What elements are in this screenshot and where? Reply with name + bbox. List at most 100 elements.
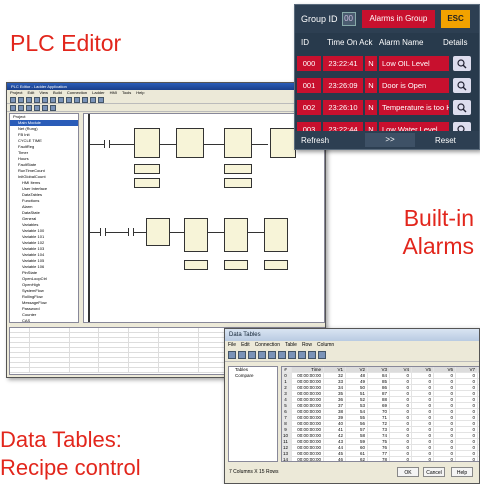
menu-item[interactable]: Help: [136, 90, 144, 95]
table-cell[interactable]: 62: [346, 457, 368, 461]
table-row[interactable]: 14 00:00:00:00 46 62 78 0 0 0 0: [282, 457, 479, 461]
table-cell[interactable]: 00:00:00:00: [292, 379, 324, 384]
table-cell[interactable]: 0: [390, 373, 412, 378]
menu-item[interactable]: Project: [10, 90, 22, 95]
function-block[interactable]: [176, 128, 204, 158]
table-cell[interactable]: 48: [346, 373, 368, 378]
table-cell[interactable]: 0: [434, 451, 456, 456]
cut-icon[interactable]: [248, 351, 256, 359]
table-cell[interactable]: 0: [390, 457, 412, 461]
column-header[interactable]: V1: [324, 367, 346, 372]
menu-item[interactable]: Row: [302, 342, 312, 348]
build-icon[interactable]: [74, 97, 80, 103]
table-cell[interactable]: 0: [412, 421, 434, 426]
table-cell[interactable]: 0: [434, 385, 456, 390]
table-cell[interactable]: 0: [456, 415, 478, 420]
zoom-icon[interactable]: [98, 97, 104, 103]
table-cell[interactable]: 0: [434, 373, 456, 378]
details-magnifier-icon[interactable]: [453, 78, 471, 93]
menu-item[interactable]: Table: [285, 342, 297, 348]
table-cell[interactable]: 0: [456, 379, 478, 384]
table-cell[interactable]: 00:00:00:00: [292, 433, 324, 438]
column-header[interactable]: V4: [390, 367, 412, 372]
table-cell[interactable]: 42: [324, 433, 346, 438]
table-cell[interactable]: 0: [456, 409, 478, 414]
table-cell[interactable]: 39: [324, 415, 346, 420]
menu-item[interactable]: Edit: [241, 342, 250, 348]
table-cell[interactable]: 0: [456, 427, 478, 432]
table-cell[interactable]: 71: [368, 415, 390, 420]
table-cell[interactable]: 74: [368, 433, 390, 438]
function-block[interactable]: [264, 218, 288, 252]
function-block[interactable]: [224, 128, 252, 158]
column-header[interactable]: V7: [456, 367, 478, 372]
table-cell[interactable]: 0: [390, 445, 412, 450]
table-cell[interactable]: 53: [346, 403, 368, 408]
table-cell[interactable]: 0: [456, 421, 478, 426]
table-cell[interactable]: 0: [434, 433, 456, 438]
function-block[interactable]: [134, 128, 160, 158]
table-cell[interactable]: 0: [390, 439, 412, 444]
redo-icon[interactable]: [66, 97, 72, 103]
menu-item[interactable]: Ladder: [92, 90, 104, 95]
alarm-row[interactable]: 000 23:22:41 N Low OIL Level: [295, 54, 479, 73]
table-cell[interactable]: 0: [390, 433, 412, 438]
table-cell[interactable]: 58: [346, 433, 368, 438]
table-cell[interactable]: 0: [456, 385, 478, 390]
refresh-button[interactable]: Refresh: [295, 136, 365, 145]
column-header[interactable]: Time: [292, 367, 324, 372]
operand-box[interactable]: [264, 260, 288, 270]
paste-icon[interactable]: [50, 97, 56, 103]
table-cell[interactable]: 10: [282, 433, 292, 438]
table-cell[interactable]: 00:00:00:00: [292, 409, 324, 414]
table-cell[interactable]: 0: [412, 379, 434, 384]
table-cell[interactable]: 0: [456, 391, 478, 396]
export-icon[interactable]: [318, 351, 326, 359]
table-cell[interactable]: 0: [412, 373, 434, 378]
table-cell[interactable]: 00:00:00:00: [292, 445, 324, 450]
table-cell[interactable]: 0: [390, 379, 412, 384]
menu-item[interactable]: Tools: [122, 90, 131, 95]
table-cell[interactable]: 46: [324, 457, 346, 461]
menu-item[interactable]: Column: [317, 342, 334, 348]
table-cell[interactable]: 87: [368, 391, 390, 396]
menu-item[interactable]: View: [39, 90, 48, 95]
table-cell[interactable]: 0: [434, 445, 456, 450]
table-cell[interactable]: 75: [368, 439, 390, 444]
table-cell[interactable]: 12: [282, 445, 292, 450]
details-magnifier-icon[interactable]: [453, 100, 471, 115]
timer-icon[interactable]: [50, 105, 56, 111]
function-block[interactable]: [270, 128, 296, 158]
operand-box[interactable]: [224, 178, 252, 188]
table-cell[interactable]: 0: [456, 373, 478, 378]
ok-button[interactable]: OK: [397, 467, 419, 477]
table-cell[interactable]: 51: [346, 391, 368, 396]
math-icon[interactable]: [42, 105, 48, 111]
table-cell[interactable]: 0: [434, 403, 456, 408]
data-table-grid[interactable]: # Time V1 V2 V3 V4 V5 V6 V7 0 00:00:00:00 32 48 84 0 0 0…: [281, 366, 479, 462]
table-cell[interactable]: 69: [368, 403, 390, 408]
undo-icon[interactable]: [58, 97, 64, 103]
download-icon[interactable]: [82, 97, 88, 103]
next-page-button[interactable]: >>: [365, 133, 415, 147]
paste-icon[interactable]: [268, 351, 276, 359]
table-cell[interactable]: 13: [282, 451, 292, 456]
table-cell[interactable]: 55: [346, 415, 368, 420]
function-block[interactable]: [184, 218, 208, 252]
open-icon[interactable]: [18, 97, 24, 103]
table-cell[interactable]: 0: [456, 397, 478, 402]
new-table-icon[interactable]: [228, 351, 236, 359]
table-tree-item[interactable]: Compare: [229, 373, 277, 379]
table-cell[interactable]: 5: [282, 403, 292, 408]
table-cell[interactable]: 0: [412, 451, 434, 456]
table-cell[interactable]: 77: [368, 451, 390, 456]
table-cell[interactable]: 43: [324, 439, 346, 444]
menu-item[interactable]: HMI: [110, 90, 117, 95]
table-cell[interactable]: 9: [282, 427, 292, 432]
table-cell[interactable]: 45: [324, 451, 346, 456]
table-cell[interactable]: 0: [456, 457, 478, 461]
import-icon[interactable]: [308, 351, 316, 359]
table-cell[interactable]: 0: [412, 403, 434, 408]
table-cell[interactable]: 50: [346, 385, 368, 390]
table-cell[interactable]: 00:00:00:00: [292, 403, 324, 408]
